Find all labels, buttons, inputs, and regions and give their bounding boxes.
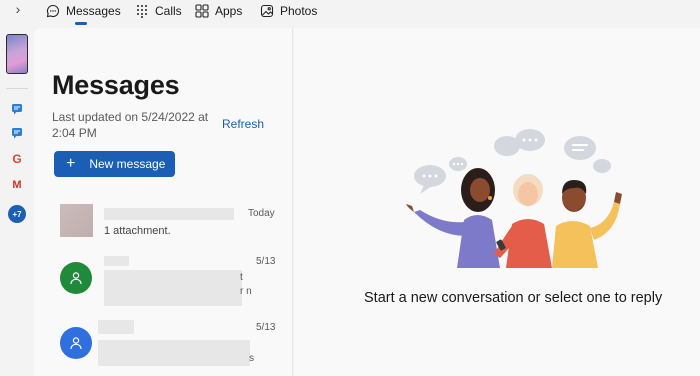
new-message-label: New message <box>89 157 166 171</box>
conversation-list-pane: Messages Last updated on 5/24/2022 at 2:… <box>34 28 293 376</box>
tab-label: Apps <box>215 4 243 18</box>
tab-messages[interactable]: Messages <box>46 2 121 20</box>
keypad-icon <box>135 4 149 18</box>
expand-sidebar-button[interactable]: › <box>11 1 25 17</box>
top-navigation-bar: › Messages Calls Apps Photos <box>0 0 700 28</box>
image-thumbnail <box>60 204 93 237</box>
refresh-link[interactable]: Refresh <box>222 117 264 131</box>
apps-grid-icon <box>195 4 209 18</box>
conversation-item[interactable]: Today 1 attachment. <box>34 204 293 262</box>
tab-calls[interactable]: Calls <box>135 2 182 20</box>
tab-label: Messages <box>66 4 121 18</box>
conversation-date: 5/13 <box>256 256 276 267</box>
conversation-preview: 1 attachment. <box>104 225 171 237</box>
partial-text: r n <box>240 286 252 297</box>
conversation-item[interactable]: 5/13 s <box>34 320 293 376</box>
conversation-detail-pane: Start a new conversation or select one t… <box>294 28 700 376</box>
plus-icon: + <box>66 155 76 172</box>
person-icon <box>70 272 82 285</box>
photos-icon <box>260 4 274 18</box>
tab-label: Photos <box>280 4 318 18</box>
chat-bubble-icon <box>46 4 60 18</box>
partial-text: s <box>249 353 254 364</box>
redacted-contact-name <box>104 208 234 220</box>
gmail-app-icon[interactable]: M <box>9 177 25 193</box>
tab-photos[interactable]: Photos <box>260 2 317 20</box>
redacted-message <box>104 270 242 306</box>
redacted-text <box>98 320 134 334</box>
left-rail: G M +7 <box>0 28 34 376</box>
rail-divider <box>6 88 28 89</box>
contact-avatar <box>60 262 92 294</box>
person-icon <box>70 337 82 350</box>
more-apps-badge[interactable]: +7 <box>8 205 26 223</box>
partial-text: t <box>240 272 243 283</box>
conversation-date: Today <box>248 208 275 219</box>
redacted-message <box>98 340 250 366</box>
contact-avatar <box>60 327 92 359</box>
messaging-app-icon[interactable] <box>9 101 25 117</box>
page-title: Messages <box>52 70 180 100</box>
redacted-text <box>104 256 129 266</box>
messaging-app-icon-2[interactable] <box>9 125 25 141</box>
empty-state-message: Start a new conversation or select one t… <box>364 290 663 306</box>
tab-label: Calls <box>155 4 182 18</box>
conversation-item[interactable]: 5/13 t r n <box>34 256 293 314</box>
chevron-right-icon: › <box>15 1 21 17</box>
phone-thumbnail[interactable] <box>6 34 28 74</box>
conversation-date: 5/13 <box>256 322 276 333</box>
last-updated-text: Last updated on 5/24/2022 at 2:04 PM <box>52 110 209 140</box>
google-app-icon[interactable]: G <box>9 151 25 167</box>
people-chatting-illustration <box>406 129 622 268</box>
new-message-button[interactable]: + New message <box>54 151 175 177</box>
tab-apps[interactable]: Apps <box>195 2 242 20</box>
active-tab-indicator <box>75 22 87 25</box>
